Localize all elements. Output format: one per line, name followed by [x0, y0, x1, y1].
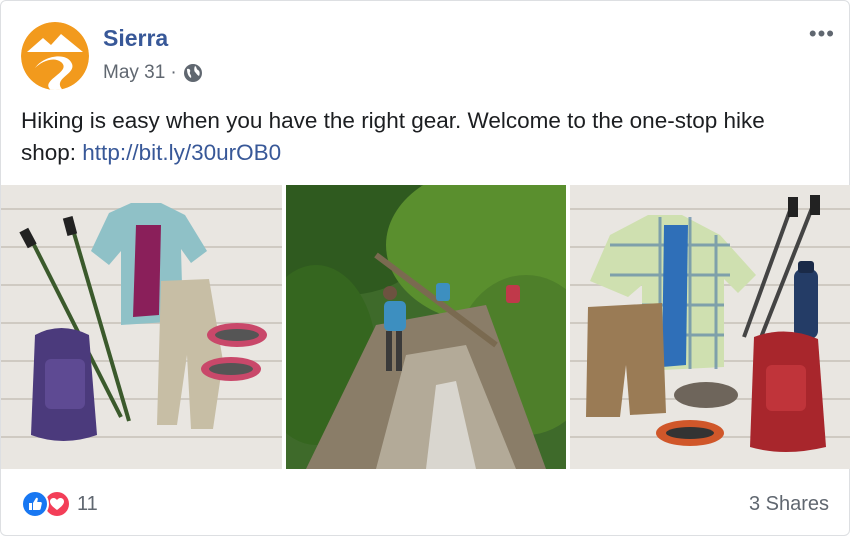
sierra-logo-icon	[21, 22, 89, 90]
like-icon	[21, 490, 49, 518]
post-footer: 11 3 Shares	[1, 469, 850, 536]
page-avatar[interactable]	[21, 22, 89, 90]
photo-mens-gear[interactable]	[570, 185, 850, 469]
photo-womens-gear[interactable]	[1, 185, 282, 469]
shares-count-link[interactable]: 3 Shares	[749, 493, 829, 516]
page-name-link[interactable]: Sierra	[103, 25, 168, 52]
post-meta: May 31 ·	[103, 62, 203, 84]
post-body: Hiking is easy when you have the right g…	[21, 105, 821, 169]
post-link[interactable]: http://bit.ly/30urOB0	[82, 140, 281, 165]
more-options-icon[interactable]: •••	[809, 23, 835, 45]
meta-separator: ·	[170, 62, 177, 83]
post-card: Sierra May 31 · ••• Hiking is easy when …	[0, 0, 850, 536]
globe-icon[interactable]	[183, 63, 203, 83]
photo-hikers-trail[interactable]	[286, 185, 566, 469]
reaction-count: 11	[77, 492, 98, 515]
reactions-summary[interactable]: 11	[21, 490, 98, 518]
post-date[interactable]: May 31	[103, 62, 165, 84]
